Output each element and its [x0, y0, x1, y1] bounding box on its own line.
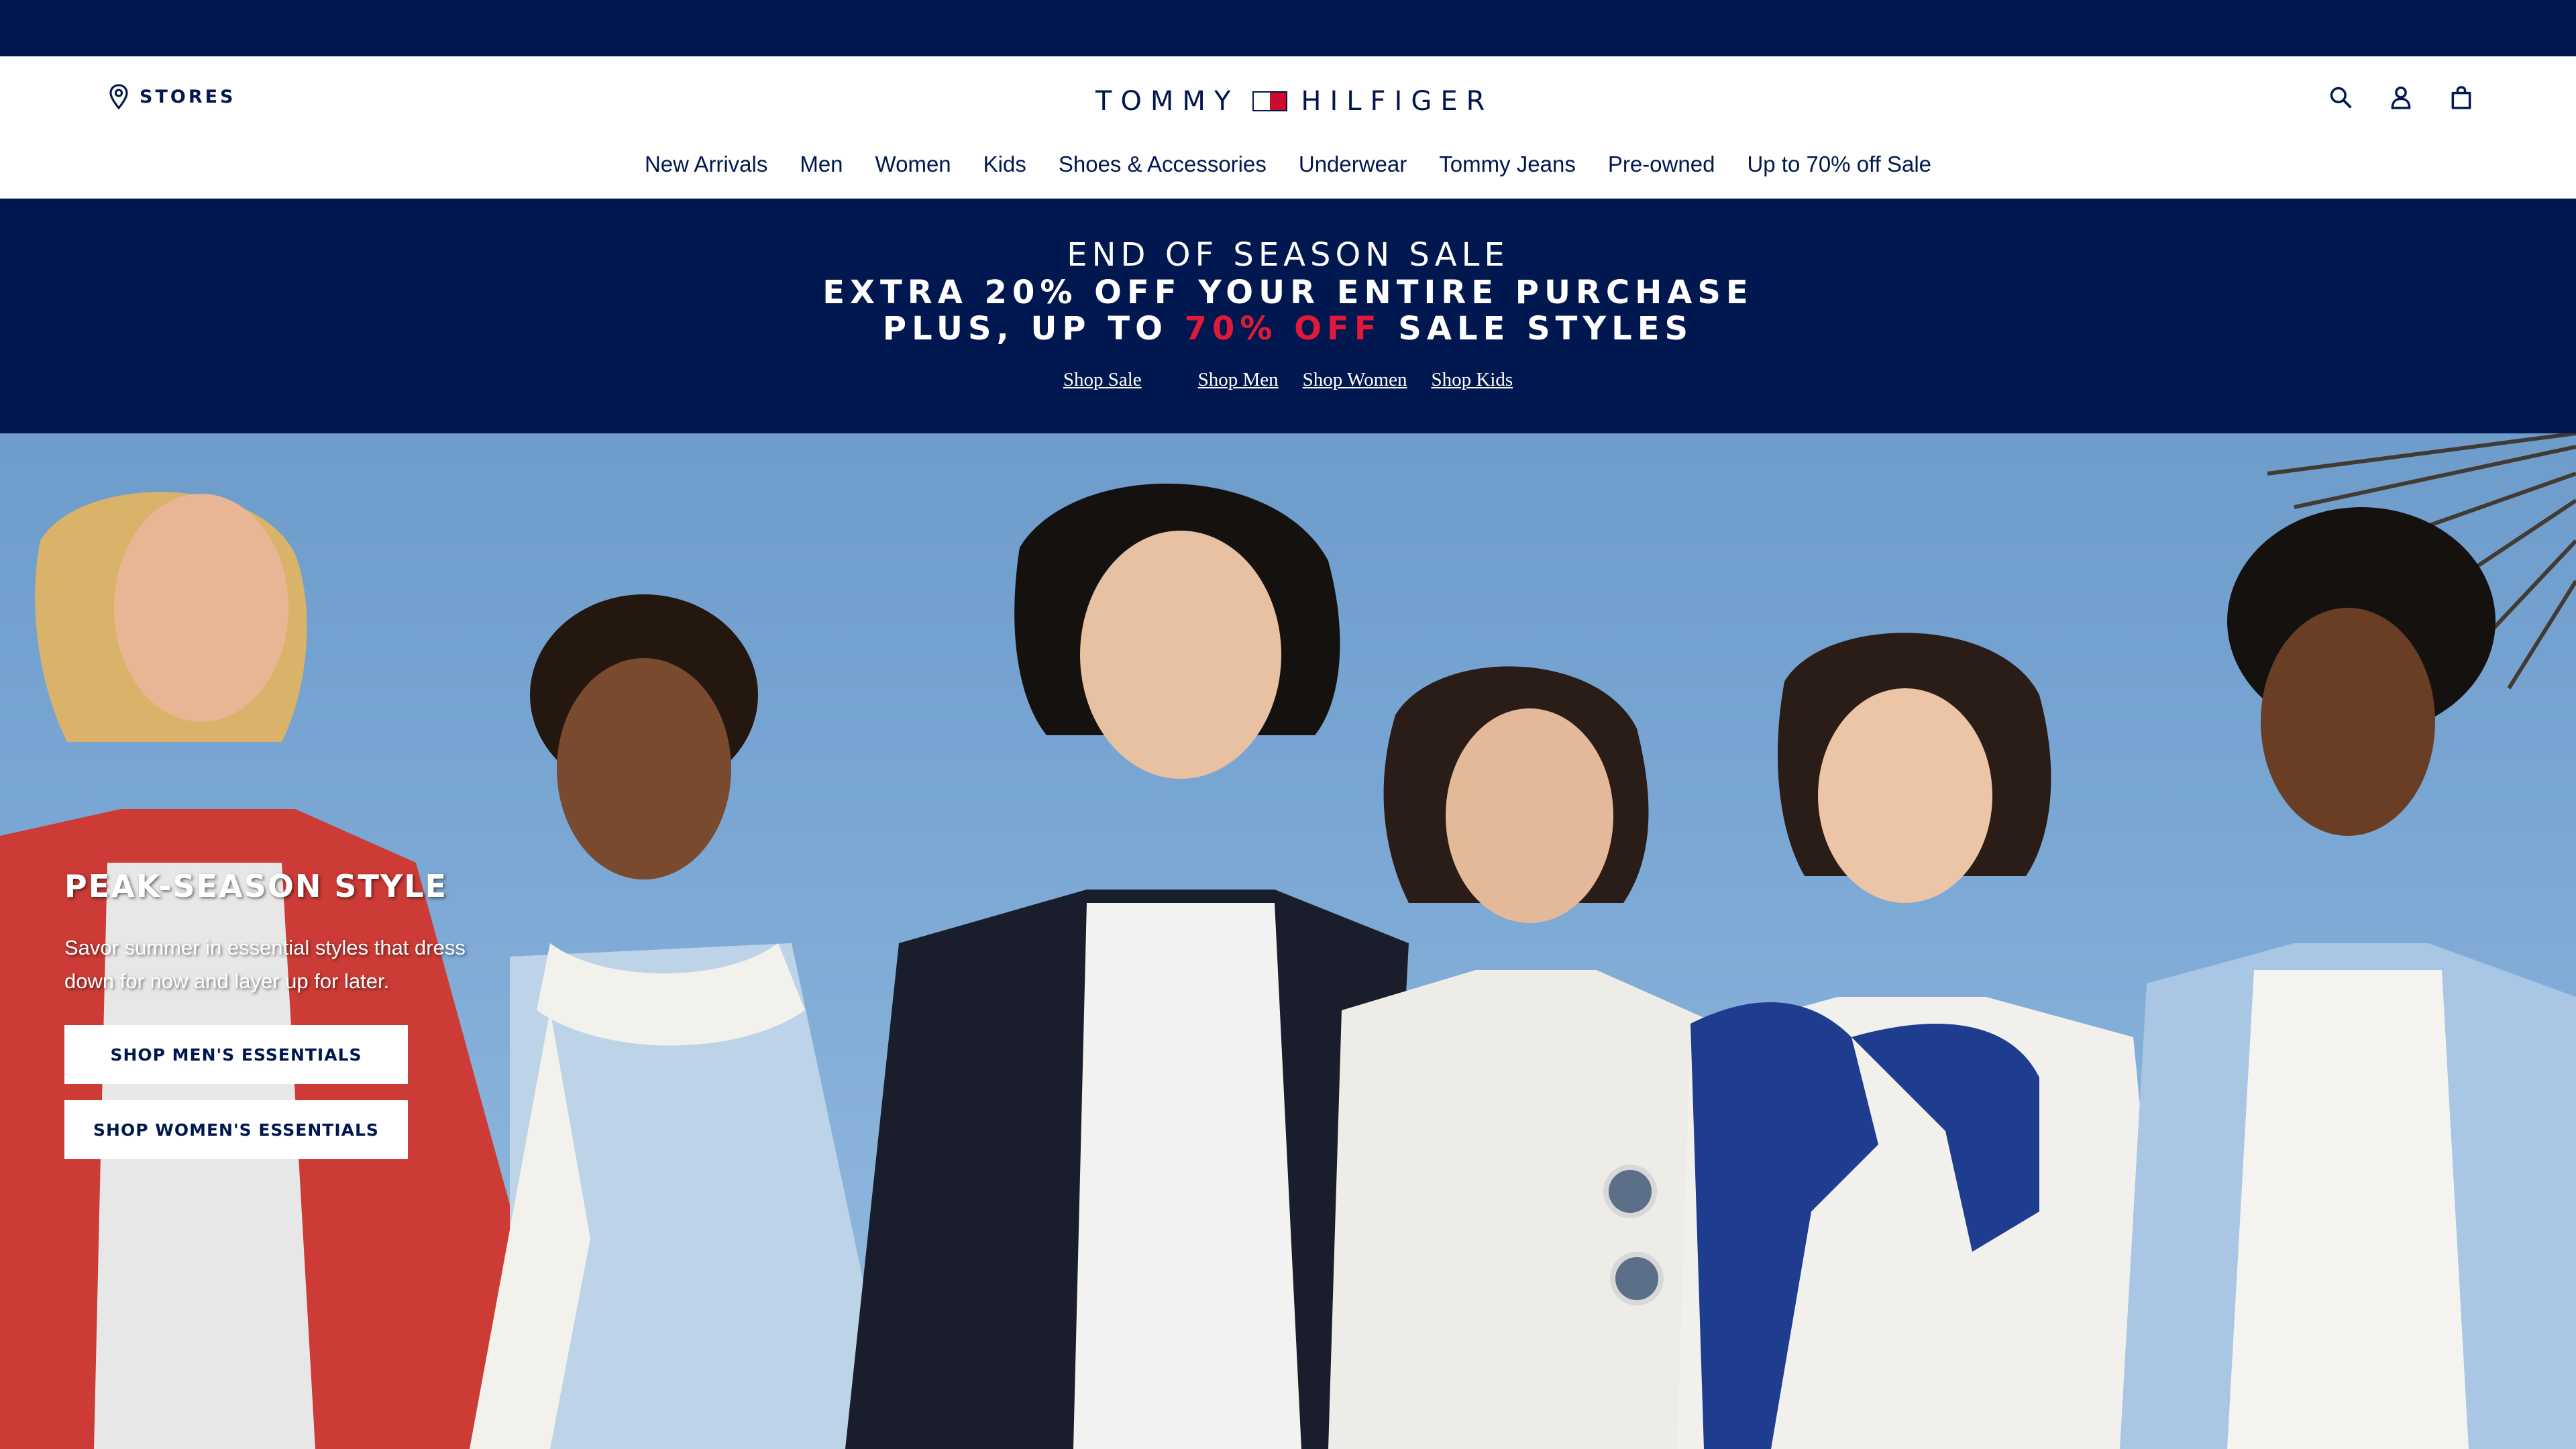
promo-subheadline-prefix: PLUS, UP TO — [882, 310, 1185, 347]
hero-banner: PEAK-SEASON STYLE Savor summer in essent… — [0, 433, 2576, 1449]
flag-icon — [1252, 91, 1288, 111]
bag-icon[interactable] — [2449, 85, 2474, 110]
nav-item-underwear[interactable]: Underwear — [1299, 152, 1407, 177]
main-navigation: New Arrivals Men Women Kids Shoes & Acce… — [0, 152, 2576, 177]
nav-item-tommy-jeans[interactable]: Tommy Jeans — [1439, 152, 1576, 177]
promo-banner: END OF SEASON SALE EXTRA 20% OFF YOUR EN… — [0, 199, 2576, 433]
nav-item-men[interactable]: Men — [800, 152, 843, 177]
nav-item-shoes-accessories[interactable]: Shoes & Accessories — [1059, 152, 1267, 177]
logo-text-left: TOMMY — [1095, 86, 1240, 117]
hero-description: Savor summer in essential styles that dr… — [64, 936, 466, 993]
nav-item-kids[interactable]: Kids — [983, 152, 1026, 177]
nav-item-women[interactable]: Women — [875, 152, 951, 177]
logo-text-right: HILFIGER — [1301, 86, 1494, 117]
top-utility-bar — [0, 0, 2576, 56]
hero-title: PEAK-SEASON STYLE — [64, 868, 447, 904]
promo-subheadline: PLUS, UP TO 70% OFF SALE STYLES — [0, 310, 2576, 347]
location-pin-icon — [109, 84, 128, 110]
promo-link-shop-kids[interactable]: Shop Kids — [1432, 369, 1513, 391]
search-icon[interactable] — [2328, 85, 2353, 110]
stores-link[interactable]: STORES — [107, 83, 236, 110]
account-icon[interactable] — [2388, 85, 2414, 110]
promo-link-shop-men[interactable]: Shop Men — [1198, 369, 1279, 391]
brand-logo[interactable]: TOMMY HILFIGER — [1095, 85, 1493, 118]
promo-eyebrow: END OF SEASON SALE — [1067, 236, 1509, 274]
nav-item-sale[interactable]: Up to 70% off Sale — [1747, 152, 1931, 177]
promo-headline: EXTRA 20% OFF YOUR ENTIRE PURCHASE — [822, 274, 1754, 311]
promo-accent-text: 70% OFF — [1184, 310, 1382, 347]
promo-links: Shop Sale Shop Men Shop Women Shop Kids — [0, 369, 2576, 391]
promo-subheadline-suffix: SALE STYLES — [1381, 310, 1694, 347]
stores-label: STORES — [140, 86, 236, 107]
promo-link-shop-sale[interactable]: Shop Sale — [1063, 369, 1142, 391]
nav-item-new-arrivals[interactable]: New Arrivals — [645, 152, 767, 177]
promo-link-shop-women[interactable]: Shop Women — [1303, 369, 1407, 391]
shop-womens-essentials-button[interactable]: SHOP WOMEN'S ESSENTIALS — [64, 1100, 408, 1159]
hero-copy: PEAK-SEASON STYLE Savor summer in essent… — [64, 868, 547, 1159]
header-actions — [2328, 85, 2474, 110]
nav-item-pre-owned[interactable]: Pre-owned — [1608, 152, 1715, 177]
site-header: STORES TOMMY HILFIGER New Arrivals Men W… — [0, 56, 2576, 199]
shop-mens-essentials-button[interactable]: SHOP MEN'S ESSENTIALS — [64, 1025, 408, 1084]
